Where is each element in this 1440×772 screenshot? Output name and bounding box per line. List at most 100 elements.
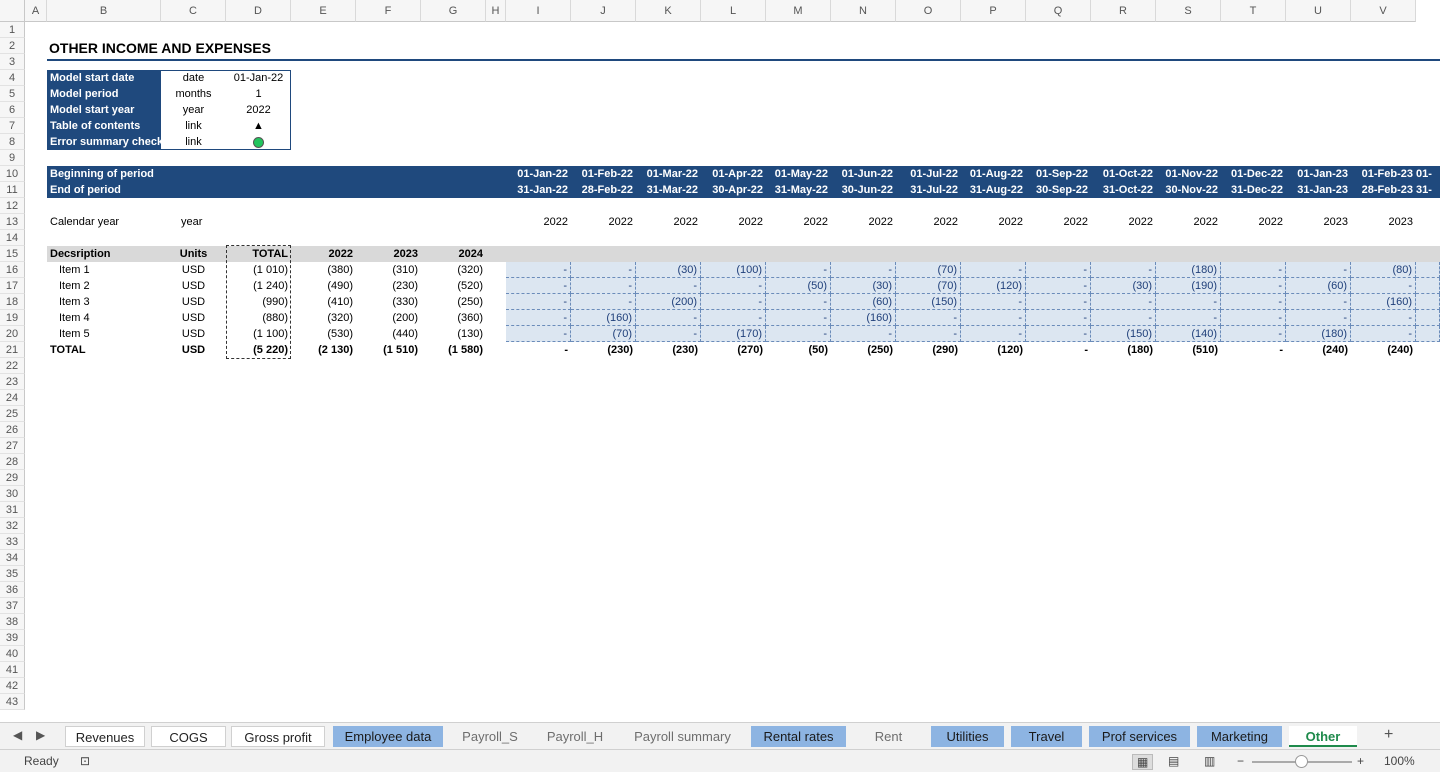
column-header[interactable]: D [226, 0, 291, 22]
item-total[interactable]: (1 100) [226, 326, 291, 342]
period-end-date[interactable]: 28-Feb-23 [1351, 182, 1416, 198]
item-name[interactable]: Item 2 [47, 278, 161, 294]
info-value[interactable] [226, 134, 291, 150]
item-month-input[interactable]: - [1221, 262, 1286, 278]
item-month-input[interactable]: - [1026, 262, 1091, 278]
period-end-date[interactable]: 30-Apr-22 [701, 182, 766, 198]
item-month-input[interactable]: (60) [831, 294, 896, 310]
item-month-input[interactable]: - [701, 294, 766, 310]
sheet-tab-revenues[interactable]: Revenues [65, 726, 145, 747]
row-header[interactable]: 29 [0, 470, 25, 486]
item-total[interactable]: (880) [226, 310, 291, 326]
item-total[interactable]: (1 010) [226, 262, 291, 278]
item-year-value[interactable]: (440) [356, 326, 421, 342]
item-month-input[interactable]: - [506, 278, 571, 294]
item-year-value[interactable]: (380) [291, 262, 356, 278]
row-header[interactable]: 30 [0, 486, 25, 502]
item-month-input[interactable]: - [896, 310, 961, 326]
zoom-in-icon[interactable]: + [1357, 754, 1364, 768]
item-month-input[interactable]: (190) [1156, 278, 1221, 294]
item-month-input[interactable]: - [1091, 294, 1156, 310]
period-beginning-date[interactable]: 01-Feb-23 [1351, 166, 1416, 182]
calendar-year[interactable]: 2022 [831, 214, 896, 230]
item-month-input[interactable]: - [1026, 294, 1091, 310]
row-header[interactable]: 1 [0, 22, 25, 38]
info-label[interactable]: Model start year [47, 102, 161, 118]
item-month-input[interactable]: - [961, 326, 1026, 342]
period-end-date[interactable]: 30-Nov-22 [1156, 182, 1221, 198]
item-month-input[interactable]: - [506, 310, 571, 326]
calendar-year[interactable]: 2022 [961, 214, 1026, 230]
calendar-year[interactable]: 2022 [701, 214, 766, 230]
calendar-year[interactable]: 2022 [1026, 214, 1091, 230]
row-header[interactable]: 21 [0, 342, 25, 358]
period-end-date[interactable]: 31-Jan-23 [1286, 182, 1351, 198]
item-year-value[interactable]: (310) [356, 262, 421, 278]
period-end-date[interactable]: 31-Jan-22 [506, 182, 571, 198]
header-description[interactable]: Decsription [47, 246, 161, 262]
column-header[interactable]: P [961, 0, 1026, 22]
item-units[interactable]: USD [161, 262, 226, 278]
item-month-input[interactable]: - [1286, 310, 1351, 326]
calendar-year[interactable]: 2022 [1221, 214, 1286, 230]
item-year-value[interactable]: (250) [421, 294, 486, 310]
total-year-value[interactable]: (2 130) [291, 342, 356, 358]
item-month-input[interactable]: - [571, 294, 636, 310]
period-beginning-date[interactable]: 01-Jun-22 [831, 166, 896, 182]
row-header[interactable]: 43 [0, 694, 25, 710]
period-beginning-date[interactable]: 01-Jul-22 [896, 166, 961, 182]
calendar-year[interactable]: 2022 [506, 214, 571, 230]
row-header[interactable]: 42 [0, 678, 25, 694]
period-beginning-date[interactable]: 01-Jan-23 [1286, 166, 1351, 182]
row-header[interactable]: 18 [0, 294, 25, 310]
period-beginning-date[interactable]: 01-Nov-22 [1156, 166, 1221, 182]
sheet-tab-marketing[interactable]: Marketing [1197, 726, 1282, 747]
calendar-year[interactable]: 2022 [636, 214, 701, 230]
info-label[interactable]: Model start date [47, 70, 161, 86]
header-year[interactable]: 2023 [356, 246, 421, 262]
tab-scroll-left-icon[interactable]: ◀ [13, 728, 22, 742]
row-header[interactable]: 4 [0, 70, 25, 86]
add-sheet-button[interactable]: + [1384, 726, 1393, 744]
spreadsheet-grid[interactable]: ABCDEFGHIJKLMNOPQRSTUV 1 2 3 4 5 6 7 8 9 10 11 12 13… [0, 0, 1440, 722]
period-end-date[interactable]: 31-Oct-22 [1091, 182, 1156, 198]
sheet-tab-travel[interactable]: Travel [1011, 726, 1082, 747]
period-beginning-label[interactable]: Beginning of period [47, 166, 291, 182]
page-layout-icon[interactable]: ▤ [1168, 754, 1179, 768]
row-header[interactable]: 34 [0, 550, 25, 566]
row-header[interactable]: 25 [0, 406, 25, 422]
row-header[interactable]: 9 [0, 150, 25, 166]
info-unit[interactable]: date [161, 70, 226, 86]
item-year-value[interactable]: (490) [291, 278, 356, 294]
item-year-value[interactable]: (520) [421, 278, 486, 294]
row-header[interactable]: 5 [0, 86, 25, 102]
period-end-date[interactable]: 31-Mar-22 [636, 182, 701, 198]
item-month-input[interactable]: - [1091, 310, 1156, 326]
total-month-value[interactable]: (240) [1286, 342, 1351, 358]
period-end-date[interactable]: 31-Jul-22 [896, 182, 961, 198]
item-month-input[interactable] [1416, 294, 1440, 310]
total-month-value[interactable]: - [1221, 342, 1286, 358]
row-header[interactable]: 2 [0, 38, 25, 54]
column-header[interactable]: U [1286, 0, 1351, 22]
total-month-value[interactable]: (510) [1156, 342, 1221, 358]
calendar-label[interactable]: Calendar year [47, 214, 161, 230]
info-label[interactable]: Model period [47, 86, 161, 102]
sheet-tab-utilities[interactable]: Utilities [931, 726, 1004, 747]
sheet-tab-payroll-h[interactable]: Payroll_H [536, 726, 614, 747]
row-header[interactable]: 11 [0, 182, 25, 198]
sheet-tab-employee-data[interactable]: Employee data [333, 726, 443, 747]
zoom-out-icon[interactable]: − [1237, 754, 1244, 768]
item-month-input[interactable]: - [961, 294, 1026, 310]
calendar-year[interactable]: 2022 [571, 214, 636, 230]
item-year-value[interactable]: (320) [291, 310, 356, 326]
column-header[interactable]: K [636, 0, 701, 22]
column-header[interactable]: T [1221, 0, 1286, 22]
info-unit[interactable]: year [161, 102, 226, 118]
item-month-input[interactable]: - [701, 278, 766, 294]
item-month-input[interactable]: - [636, 278, 701, 294]
accessibility-icon[interactable]: ⊡ [80, 754, 90, 768]
item-month-input[interactable]: (140) [1156, 326, 1221, 342]
column-header[interactable]: E [291, 0, 356, 22]
tab-scroll-right-icon[interactable]: ▶ [36, 728, 45, 742]
